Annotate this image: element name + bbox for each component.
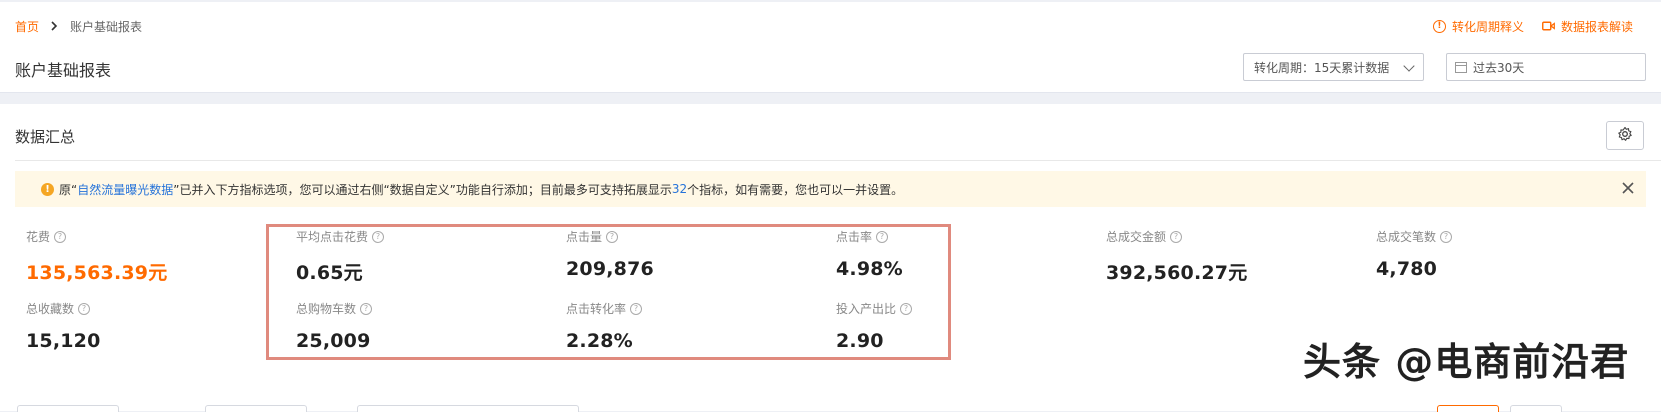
conversion-period-help-label: 转化周期释义 [1451,20,1524,34]
help-icon[interactable]: ? [1440,230,1453,243]
metric-value: 15,120 [26,330,101,352]
metric-value: 392,560.27元 [1106,262,1248,284]
help-icon[interactable]: ? [78,302,91,315]
calendar-icon [1455,61,1467,73]
notice-banner: ! 原“ 自然流量曝光数据 ”已并入下方指标选项，您可以通过右侧“数据自定义”功能自… [15,171,1646,207]
customize-metrics-button[interactable] [1606,121,1644,150]
metric-gmv[interactable]: 总成交金额? 392,560.27元 [1106,228,1247,285]
metric-label: 花费 [26,230,51,244]
metric-favorites[interactable]: 总收藏数? 15,120 [26,300,101,352]
close-icon[interactable] [1620,180,1636,196]
notice-suffix: 个指标，如有需要，您也可以一并设置。 [687,182,904,197]
chevron-down-icon [1403,60,1415,72]
breadcrumb-current: 账户基础报表 [70,20,143,34]
notice-link[interactable]: 自然流量曝光数据 [77,181,173,198]
report-guide-label: 数据报表解读 [1560,20,1633,34]
notice-prefix: 原“ [59,182,78,197]
breadcrumb-home-link[interactable]: 首页 [15,18,39,35]
gear-icon [1617,126,1633,146]
notice-count: 32 [671,182,688,196]
chevron-right-icon [51,20,58,34]
highlight-annotation-box [266,224,951,360]
section-title: 数据汇总 [15,128,76,146]
notice-middle: ”已并入下方指标选项，您可以通过右侧“数据自定义”功能自行添加；目前最多可支持拓… [173,182,672,197]
metric-value: 4,780 [1376,258,1438,280]
metric-spend[interactable]: 花费? 135,563.39元 [26,228,167,285]
watermark: 头条 @电商前沿君 [1303,340,1630,384]
page-title: 账户基础报表 [15,61,112,80]
help-icon[interactable]: ? [1170,230,1183,243]
conversion-period-select[interactable]: 转化周期：15天累计数据 [1243,53,1424,81]
help-icon[interactable]: ? [54,230,67,243]
video-icon [1542,20,1555,34]
top-links: ! 转化周期释义 数据报表解读 [1432,18,1633,35]
section-divider [15,160,1661,161]
metric-label: 总成交笔数 [1376,230,1437,244]
date-range-value: 过去30天 [1473,60,1525,75]
conversion-period-help-link[interactable]: ! 转化周期释义 [1432,18,1524,35]
info-circle-icon: ! [1432,20,1446,33]
metric-orders[interactable]: 总成交笔数? 4,780 [1376,228,1453,280]
breadcrumb: 首页 账户基础报表 [15,18,142,35]
date-range-picker[interactable]: 过去30天 [1446,53,1646,81]
metric-value: 135,563.39元 [26,262,168,284]
warning-icon: ! [41,182,54,196]
conversion-period-value: 转化周期：15天累计数据 [1254,60,1390,75]
metric-label: 总收藏数 [26,302,75,316]
data-summary-card: 数据汇总 ! 原“ 自然流量曝光数据 ”已并入下方指标选项，您可以通过右侧“数据自定… [0,104,1661,412]
metric-label: 总成交金额 [1106,230,1167,244]
header-card: 首页 账户基础报表 ! 转化周期释义 数据报表解读 账户基础报表 转化周期：15… [0,2,1661,93]
report-guide-link[interactable]: 数据报表解读 [1542,18,1633,35]
